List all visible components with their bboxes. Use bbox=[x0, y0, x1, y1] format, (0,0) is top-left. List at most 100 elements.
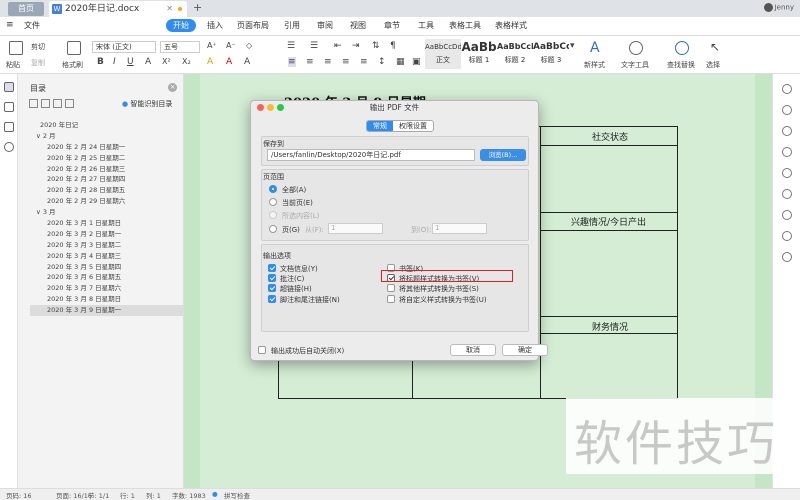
close-icon[interactable]: × bbox=[168, 83, 177, 92]
sidebar-tool-icon[interactable] bbox=[782, 210, 792, 220]
from-input[interactable]: 1 bbox=[328, 223, 383, 234]
select-icon[interactable]: ↖ bbox=[710, 40, 720, 54]
tab-general[interactable]: 常规 bbox=[367, 121, 393, 131]
option-checkbox[interactable] bbox=[268, 295, 276, 303]
close-window-button[interactable] bbox=[257, 104, 264, 111]
align-right-icon[interactable]: ≡ bbox=[324, 57, 332, 67]
menu-table-style[interactable]: 表格样式 bbox=[495, 20, 527, 31]
subscript-icon[interactable]: X₂ bbox=[182, 57, 191, 66]
copy-button[interactable]: 复制 bbox=[31, 58, 45, 68]
text-tools-label[interactable]: 文字工具 bbox=[621, 60, 649, 70]
menu-insert[interactable]: 插入 bbox=[207, 20, 223, 31]
toc-item[interactable]: 2020 年日记 bbox=[32, 120, 194, 131]
toc-item[interactable]: 2020 年 3 月 2 日星期一 bbox=[32, 229, 194, 240]
format-painter-icon[interactable] bbox=[67, 41, 81, 55]
sidebar-tool-icon[interactable] bbox=[782, 189, 792, 199]
shading-icon[interactable]: ▦ bbox=[396, 57, 405, 67]
chevron-down-icon[interactable]: ∨ bbox=[36, 132, 43, 140]
menu-file[interactable]: 文件 bbox=[20, 19, 44, 32]
show-marks-icon[interactable]: ¶ bbox=[390, 41, 396, 51]
justify-icon[interactable]: ≡ bbox=[342, 57, 350, 67]
sidebar-tool-icon[interactable] bbox=[782, 252, 792, 262]
select-label[interactable]: 选择 bbox=[706, 60, 720, 70]
option-label[interactable]: 文档信息(Y) bbox=[280, 264, 318, 274]
toc-item[interactable]: 2020 年 3 月 3 日星期二 bbox=[32, 240, 194, 251]
shrink-font-icon[interactable]: A⁻ bbox=[226, 41, 236, 50]
menu-review[interactable]: 审阅 bbox=[317, 20, 333, 31]
grow-font-icon[interactable]: A⁺ bbox=[207, 41, 217, 50]
toc-item[interactable]: 2020 年 3 月 8 日星期日 bbox=[32, 294, 194, 305]
toc-item[interactable]: ∨ 2 月 bbox=[32, 131, 194, 142]
document-panel-icon[interactable] bbox=[4, 102, 14, 112]
font-name-select[interactable]: 宋体 (正文) bbox=[92, 41, 156, 53]
ok-button[interactable]: 确定 bbox=[502, 344, 548, 356]
new-tab-button[interactable]: + bbox=[193, 1, 202, 14]
font-color-icon[interactable]: A bbox=[226, 57, 232, 67]
new-style-icon[interactable]: A bbox=[590, 40, 600, 56]
range-pages-radio[interactable] bbox=[269, 225, 277, 233]
text-tools-icon[interactable] bbox=[629, 41, 643, 55]
range-all-radio[interactable] bbox=[269, 185, 277, 193]
collapse-all-icon[interactable] bbox=[41, 99, 50, 108]
range-all-label[interactable]: 全部(A) bbox=[282, 185, 306, 195]
increase-indent-icon[interactable]: ⇥ bbox=[352, 41, 360, 51]
toc-item[interactable]: 2020 年 3 月 7 日星期六 bbox=[32, 283, 194, 294]
option-checkbox[interactable] bbox=[268, 264, 276, 272]
sidebar-tool-icon[interactable] bbox=[782, 231, 792, 241]
tab-permissions[interactable]: 权限设置 bbox=[393, 121, 433, 131]
toc-item[interactable]: 2020 年 2 月 25 日星期二 bbox=[32, 153, 194, 164]
sort-icon[interactable]: ⇅ bbox=[372, 41, 380, 51]
expand-all-icon[interactable] bbox=[29, 99, 38, 108]
tab-home[interactable]: 首页 bbox=[8, 2, 44, 16]
style-normal[interactable]: AaBbCcDd 正文 bbox=[425, 39, 461, 69]
toc-item[interactable]: ∨ 3 月 bbox=[32, 207, 194, 218]
option-checkbox[interactable] bbox=[268, 274, 276, 282]
close-tab-icon[interactable]: ✕ bbox=[166, 1, 173, 17]
spell-check-button[interactable]: 拼写检查 bbox=[224, 490, 250, 500]
toc-item[interactable]: 2020 年 2 月 28 日星期五 bbox=[32, 185, 194, 196]
toc-item[interactable]: 2020 年 2 月 27 日星期四 bbox=[32, 174, 194, 185]
char-shading-icon[interactable]: A bbox=[244, 57, 250, 67]
paste-icon[interactable] bbox=[9, 41, 23, 55]
range-pages-label[interactable]: 页(G) bbox=[282, 225, 300, 235]
font-size-select[interactable]: 五号 bbox=[160, 41, 200, 53]
range-current-radio[interactable] bbox=[269, 198, 277, 206]
minimize-window-button[interactable] bbox=[267, 104, 274, 111]
toc-item[interactable]: 2020 年 3 月 5 日星期四 bbox=[32, 262, 194, 273]
menu-page-layout[interactable]: 页面布局 bbox=[237, 20, 269, 31]
numbered-list-icon[interactable]: ☰ bbox=[310, 41, 318, 51]
option-label[interactable]: 脚注和尾注链接(N) bbox=[280, 295, 340, 305]
decrease-indent-icon[interactable]: ⇤ bbox=[334, 41, 342, 51]
line-spacing-icon[interactable]: ↕ bbox=[378, 57, 386, 67]
toc-item[interactable]: 2020 年 3 月 4 日星期三 bbox=[32, 251, 194, 262]
sidebar-tool-icon[interactable] bbox=[782, 126, 792, 136]
browse-button[interactable]: 浏览(B)... bbox=[480, 149, 526, 161]
find-replace-label[interactable]: 查找替换 bbox=[667, 60, 695, 70]
new-style-label[interactable]: 新样式 bbox=[584, 60, 605, 70]
find-replace-icon[interactable] bbox=[675, 41, 689, 55]
toc-panel-icon[interactable] bbox=[4, 82, 14, 92]
style-heading-3[interactable]: AaBbCc 标题 3 bbox=[533, 39, 569, 69]
paste-label[interactable]: 粘贴 bbox=[6, 60, 20, 70]
auto-close-label[interactable]: 输出成功后自动关闭(X) bbox=[271, 346, 344, 356]
sidebar-tool-icon[interactable] bbox=[782, 147, 792, 157]
clear-format-icon[interactable]: ◇ bbox=[246, 41, 252, 50]
bullet-list-icon[interactable]: ☰ bbox=[287, 41, 295, 51]
toc-item[interactable]: 2020 年 2 月 24 日星期一 bbox=[32, 142, 194, 153]
format-painter-label[interactable]: 格式刷 bbox=[62, 60, 83, 70]
add-heading-icon[interactable] bbox=[53, 99, 62, 108]
tab-document[interactable]: W 2020年日记.docx ✕ bbox=[49, 1, 187, 17]
highlight-icon[interactable]: A bbox=[207, 57, 213, 67]
cut-button[interactable]: 剪切 bbox=[31, 42, 45, 52]
remove-heading-icon[interactable] bbox=[65, 99, 74, 108]
superscript-icon[interactable]: X² bbox=[162, 57, 171, 66]
toc-item[interactable]: 2020 年 2 月 26 日星期三 bbox=[32, 164, 194, 175]
style-heading-2[interactable]: AaBbCcI 标题 2 bbox=[497, 39, 533, 69]
user-account[interactable]: Jenny bbox=[763, 3, 794, 12]
sidebar-tool-icon[interactable] bbox=[782, 105, 792, 115]
menu-view[interactable]: 视图 bbox=[350, 20, 366, 31]
option-label[interactable]: 将其他样式转换为书签(S) bbox=[399, 284, 479, 294]
bookmark-icon[interactable] bbox=[4, 122, 14, 132]
chevron-down-icon[interactable]: ∨ bbox=[36, 208, 43, 216]
save-path-field[interactable]: /Users/fanlin/Desktop/2020年日记.pdf bbox=[267, 149, 475, 161]
